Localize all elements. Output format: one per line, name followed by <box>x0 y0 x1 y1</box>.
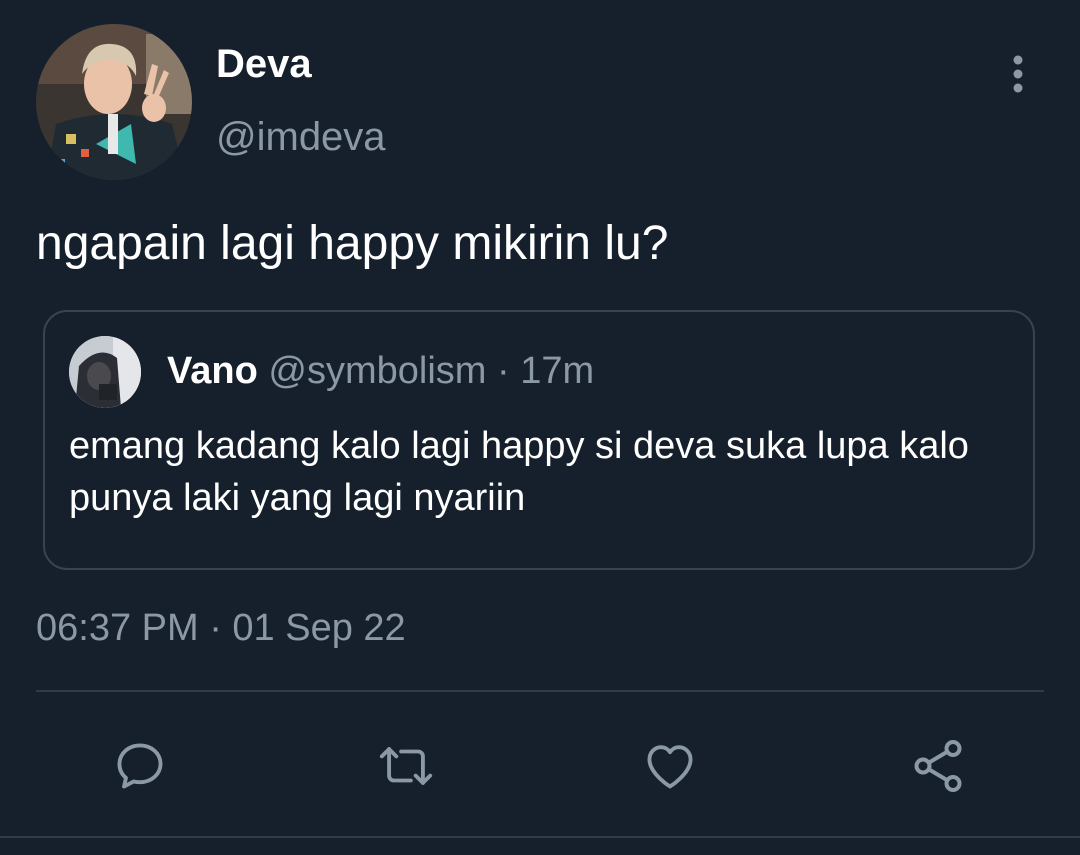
more-options-icon[interactable] <box>996 52 1040 96</box>
quoted-time: 17m <box>520 350 595 392</box>
tweet-text: ngapain lagi happy mikirin lu? <box>36 217 669 270</box>
like-icon <box>647 745 693 789</box>
quoted-author-name: Vano <box>167 350 258 392</box>
reply-button[interactable] <box>110 736 170 796</box>
quoted-separator: · <box>496 350 510 392</box>
tweet-timestamp: 06:37 PM · 01 Sep 22 <box>36 607 406 649</box>
share-icon <box>914 740 962 792</box>
author-display-name[interactable]: Deva <box>216 40 312 88</box>
retweet-icon <box>379 747 433 785</box>
retweet-button[interactable] <box>376 736 436 796</box>
quoted-tweet[interactable]: Vano @symbolism · 17m emang kadang kalo … <box>43 310 1035 570</box>
bottom-divider <box>0 836 1080 838</box>
author-handle[interactable]: @imdeva <box>216 113 386 161</box>
quoted-tweet-header: Vano @symbolism · 17m <box>167 348 594 394</box>
tweet-detail: Deva @imdeva ngapain lagi happy mikirin … <box>0 0 1080 855</box>
like-button[interactable] <box>640 736 700 796</box>
author-avatar[interactable] <box>36 24 192 180</box>
divider <box>36 690 1044 692</box>
quoted-tweet-text: emang kadang kalo lagi happy si deva suk… <box>69 425 969 519</box>
quoted-author-avatar[interactable] <box>69 336 141 408</box>
reply-icon <box>117 743 163 789</box>
share-button[interactable] <box>908 736 968 796</box>
quoted-author-handle: @symbolism <box>268 350 487 392</box>
